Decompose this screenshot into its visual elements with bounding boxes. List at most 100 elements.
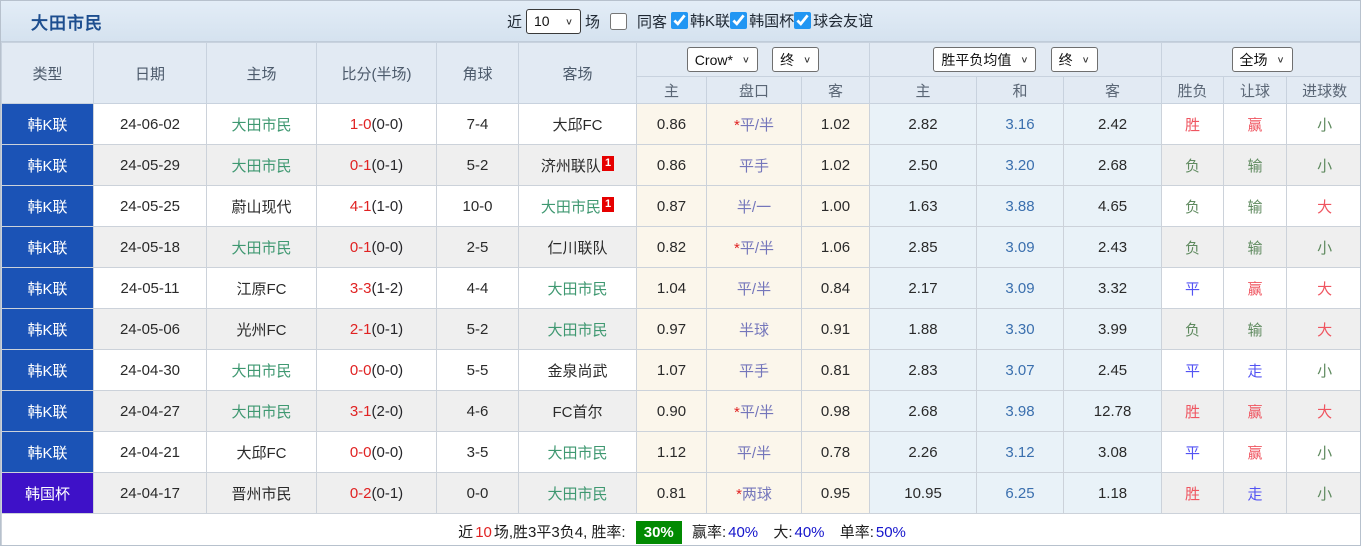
avg-away-cell: 1.18: [1063, 472, 1163, 514]
home-odds-cell: 1.07: [636, 349, 707, 391]
fulltime-score: 0-1: [349, 156, 372, 174]
match-date-cell: 24-05-11: [93, 267, 207, 309]
single-label: 单率:: [839, 523, 874, 541]
handicap-cell: *平/半: [706, 390, 802, 432]
win-odds-label: 赢率:: [691, 523, 727, 541]
chevron-down-icon: ∨: [741, 55, 750, 65]
sub-header-wdl: 胜负: [1161, 76, 1225, 104]
away-team-name: 大田市民: [540, 198, 601, 216]
match-count-value: 10: [534, 13, 550, 29]
home-odds-cell: 1.04: [636, 267, 707, 309]
handicap-cell: 半球: [706, 308, 802, 350]
odds-company-select[interactable]: Crow* ∨: [686, 47, 758, 72]
corner-cell: 4-4: [436, 267, 519, 309]
handicap-text: 平/半: [739, 239, 774, 257]
odds-state-select[interactable]: 终 ∨: [772, 47, 820, 72]
recent-label: 近: [507, 13, 523, 31]
match-row: 韩K联 24-05-11 江原FC 3-3(1-2) 4-4 大田市民 1.04 平/半 0.8…: [1, 267, 1360, 309]
corner-cell: 5-5: [436, 349, 519, 391]
competition-filter-checkbox[interactable]: [671, 11, 689, 29]
corner-cell: 0-0: [436, 472, 519, 514]
away-team-name: 济州联队: [540, 157, 601, 175]
competition-cell: 韩K联: [1, 185, 94, 227]
match-date-cell: 24-05-25: [93, 185, 207, 227]
match-date-cell: 24-05-29: [93, 144, 207, 186]
away-odds-cell: 1.02: [800, 103, 871, 145]
away-odds-cell: 1.06: [800, 226, 871, 268]
handicap-text: 平/半: [736, 280, 772, 298]
wdl-result-cell: 胜: [1161, 103, 1225, 145]
score-cell: 3-1(2-0): [316, 390, 437, 432]
fulltime-score: 0-1: [349, 238, 372, 256]
handicap-result-cell: 赢: [1223, 431, 1288, 473]
avg-state-select[interactable]: 终 ∨: [1050, 47, 1098, 72]
filter-toolbar: 近 10 ∨ 场 同客 韩K联 韩国杯 球会友谊: [503, 1, 873, 41]
result-scope-select[interactable]: 全场 ∨: [1231, 47, 1293, 72]
handicap-cell: *两球: [706, 472, 802, 514]
avg-draw-cell: 6.25: [976, 472, 1065, 514]
corner-cell: 3-5: [436, 431, 519, 473]
match-row: 韩K联 24-04-27 大田市民 3-1(2-0) 4-6 FC首尔 0.90 *平/半 0.…: [1, 390, 1360, 432]
avg-away-cell: 2.68: [1063, 144, 1163, 186]
same-away-checkbox[interactable]: [610, 12, 628, 30]
avg-away-cell: 3.32: [1063, 267, 1163, 309]
home-team-cell: 大田市民: [206, 226, 317, 268]
competition-filter: 球会友谊: [794, 10, 873, 31]
avg-draw-cell: 3.09: [976, 267, 1065, 309]
handicap-result-cell: 走: [1223, 349, 1288, 391]
match-count-select[interactable]: 10 ∨: [526, 8, 582, 34]
away-odds-cell: 0.98: [800, 390, 871, 432]
handicap-result-cell: 赢: [1223, 390, 1288, 432]
wdl-result-cell: 胜: [1161, 390, 1225, 432]
handicap-text: 平手: [738, 362, 769, 380]
match-date-cell: 24-04-21: [93, 431, 207, 473]
avg-draw-cell: 3.30: [976, 308, 1065, 350]
home-team-name: 晋州市民: [231, 485, 292, 503]
summary-row: 近 10 场,胜3平3负4, 胜率: 30% 赢率: 40% 大: 40% 单率: 50%: [1, 513, 1360, 545]
corner-cell: 2-5: [436, 226, 519, 268]
win-odds-value: 40%: [728, 523, 759, 541]
avg-away-cell: 2.45: [1063, 349, 1163, 391]
chevron-down-icon: ∨: [1020, 55, 1029, 65]
competition-cell: 韩K联: [1, 267, 94, 309]
fulltime-score: 0-2: [349, 484, 372, 502]
summary-recent-label: 近: [458, 523, 474, 541]
score-cell: 0-2(0-1): [316, 472, 437, 514]
handicap-text: 平/半: [739, 403, 774, 421]
away-team-name: 大田市民: [547, 280, 608, 298]
match-date-cell: 24-04-27: [93, 390, 207, 432]
wdl-result-cell: 负: [1161, 226, 1225, 268]
col-header-home: 主场: [206, 42, 317, 104]
home-team-cell: 大田市民: [206, 103, 317, 145]
home-team-name: 蔚山现代: [231, 198, 292, 216]
competition-filter-checkbox[interactable]: [730, 11, 748, 29]
handicap-text: 平手: [738, 157, 769, 175]
single-value: 50%: [875, 523, 906, 541]
match-row: 韩K联 24-05-18 大田市民 0-1(0-0) 2-5 仁川联队 0.82 *平/半 1.…: [1, 226, 1360, 268]
sub-header-let: 让球: [1223, 76, 1288, 104]
corner-cell: 7-4: [436, 103, 519, 145]
home-odds-cell: 1.12: [636, 431, 707, 473]
summary-recent-count: 10: [475, 523, 492, 541]
halftime-score: (0-1): [371, 320, 404, 338]
goals-result-cell: 小: [1286, 103, 1360, 145]
avg-home-cell: 2.26: [869, 431, 978, 473]
fulltime-score: 0-0: [349, 443, 372, 461]
fulltime-score: 2-1: [349, 320, 372, 338]
match-history-table: 类型 日期 主场 比分(半场) 角球 客场 Crow* ∨ 终 ∨ 胜平负均值 …: [1, 42, 1360, 545]
home-odds-cell: 0.82: [636, 226, 707, 268]
home-odds-cell: 0.90: [636, 390, 707, 432]
avg-draw-cell: 3.98: [976, 390, 1065, 432]
corner-cell: 5-2: [436, 308, 519, 350]
competition-filter: 韩K联: [671, 10, 730, 31]
home-team-name: 大田市民: [231, 116, 292, 134]
score-cell: 0-0(0-0): [316, 431, 437, 473]
avg-away-cell: 3.08: [1063, 431, 1163, 473]
competition-filter-checkbox[interactable]: [794, 11, 812, 29]
match-history-panel: 大田市民 近 10 ∨ 场 同客 韩K联 韩国杯 球会友谊 类型 日期 主场 比…: [0, 0, 1361, 546]
col-header-away: 客场: [518, 42, 637, 104]
avg-type-select[interactable]: 胜平负均值 ∨: [933, 47, 1037, 72]
match-row: 韩K联 24-05-25 蔚山现代 4-1(1-0) 10-0 大田市民 1 0.87 半/一 1…: [1, 185, 1360, 227]
away-team-name: 大邱FC: [552, 116, 603, 134]
home-odds-cell: 0.86: [636, 144, 707, 186]
